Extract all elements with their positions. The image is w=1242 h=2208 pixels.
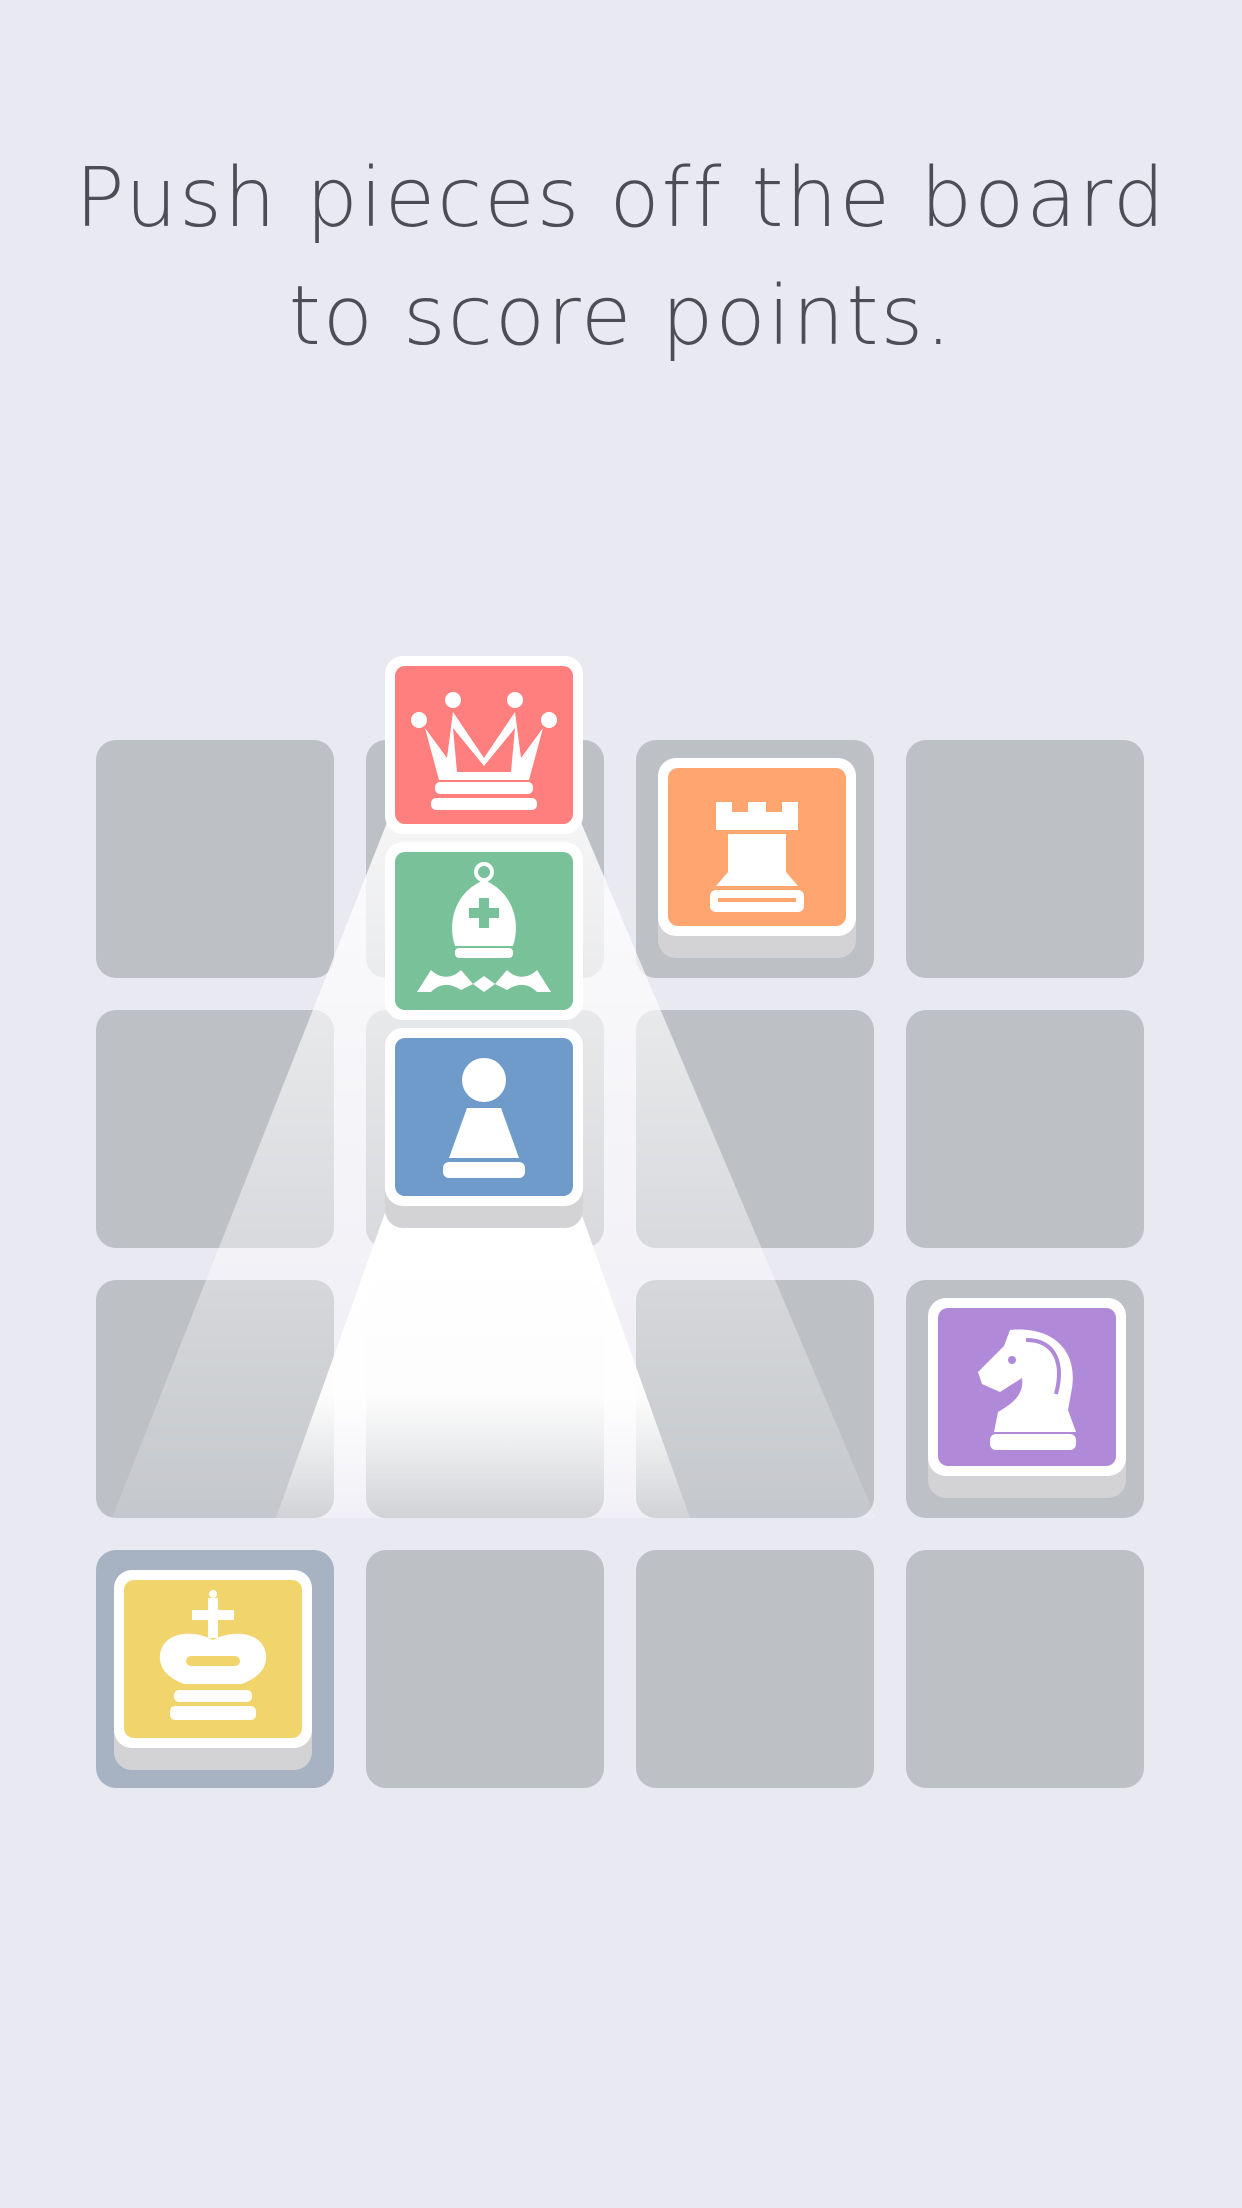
knight-piece[interactable] — [928, 1298, 1126, 1498]
board-cell-r3-c2[interactable] — [366, 1280, 604, 1518]
game-screen: Push pieces off the board to score point… — [0, 0, 1242, 2208]
rook-icon — [710, 802, 804, 912]
board-cell-r4-c4[interactable] — [906, 1550, 1144, 1788]
board-cell-r4-c3[interactable] — [636, 1550, 874, 1788]
board-cell-r1-c1[interactable] — [96, 740, 334, 978]
board-cell-r2-c3[interactable] — [636, 1010, 874, 1248]
queen-piece[interactable] — [385, 656, 583, 834]
board-cell-r2-c4[interactable] — [906, 1010, 1144, 1248]
king-icon — [159, 1590, 267, 1720]
instruction-line-2: to score points. — [288, 269, 954, 364]
pawn-piece[interactable] — [385, 1028, 583, 1228]
instruction-line-1: Push pieces off the board — [75, 151, 1167, 246]
bishop-piece[interactable] — [385, 842, 583, 1020]
queen-icon — [411, 692, 557, 810]
board-cell-r3-c3[interactable] — [636, 1280, 874, 1518]
bishop-icon — [417, 862, 551, 992]
pawn-icon — [443, 1058, 525, 1178]
board-cell-r2-c1[interactable] — [96, 1010, 334, 1248]
knight-icon — [978, 1329, 1076, 1450]
board-cell-r4-c2[interactable] — [366, 1550, 604, 1788]
king-piece[interactable] — [114, 1570, 312, 1770]
rook-piece[interactable] — [658, 758, 856, 958]
instruction-text: Push pieces off the board to score point… — [60, 140, 1182, 376]
board-cell-r3-c1[interactable] — [96, 1280, 334, 1518]
board-cell-r1-c4[interactable] — [906, 740, 1144, 978]
